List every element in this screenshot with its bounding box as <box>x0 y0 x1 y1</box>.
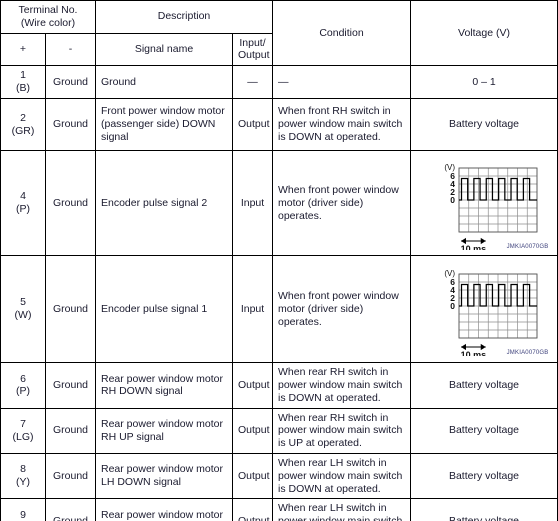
terminal-wire-color: (GR) <box>11 124 35 137</box>
cell-input-output: Output <box>232 452 273 500</box>
terminal-number: 5 <box>20 296 26 309</box>
cell-input-output: Output <box>232 98 273 152</box>
header-voltage: Voltage (V) <box>410 0 558 67</box>
oscilloscope-waveform: 6 4 2 0 (V) 10 ms JMKIA0070GB <box>419 158 550 250</box>
svg-text:0: 0 <box>450 301 455 311</box>
table-body: 1 (B) Ground Ground — —0 – 1 2 (GR) Ground Front … <box>0 65 558 521</box>
table-row: 1 (B) Ground Ground — —0 – 1 <box>0 65 558 100</box>
oscilloscope-waveform: 6 4 2 0 (V) 10 ms JMKIA0070GB <box>419 264 550 356</box>
header-plus: + <box>0 32 46 67</box>
header-condition: Condition <box>272 0 411 67</box>
cell-voltage: Battery voltage <box>410 498 558 521</box>
terminal-wire-color: (P) <box>16 203 30 216</box>
header-terminal-line1: Terminal No. <box>18 4 78 16</box>
cell-voltage: Battery voltage <box>410 407 558 454</box>
cell-input-output: Output <box>232 407 273 454</box>
header-terminal-no: Terminal No. (Wire color) <box>0 0 96 34</box>
terminal-number: 4 <box>20 190 26 203</box>
figure-id-label: JMKIA0070GB <box>506 243 549 250</box>
cell-condition: When rear LH switch in power window main… <box>272 452 411 500</box>
svg-text:10 ms: 10 ms <box>460 350 486 356</box>
terminal-number: 1 <box>20 69 26 82</box>
cell-terminal-no: 2 (GR) <box>0 98 46 152</box>
cell-terminal-minus: Ground <box>45 98 96 152</box>
cell-terminal-no: 4 (P) <box>0 150 46 257</box>
cell-signal-name: Rear power window motor LH DOWN signal <box>95 452 233 500</box>
table-header: Terminal No. (Wire color) Description Co… <box>0 0 558 67</box>
cell-terminal-no: 5 (W) <box>0 255 46 364</box>
table-row: 7 (LG) Ground Rear power window motor RH UP… <box>0 407 558 454</box>
terminal-number: 7 <box>20 417 26 430</box>
header-signal-name: Signal name <box>95 32 233 67</box>
table-row: 9(G)GroundRear power window motor LH UP … <box>0 498 558 521</box>
cell-signal-name: Encoder pulse signal 1 <box>95 255 233 364</box>
cell-signal-name: Rear power window motor LH UP signal <box>95 498 233 521</box>
terminal-wire-color: (LG) <box>12 430 34 443</box>
cell-terminal-minus: Ground <box>45 498 96 521</box>
cell-voltage: Battery voltage <box>410 98 558 152</box>
cell-terminal-minus: Ground <box>45 407 96 454</box>
table-row: 5 (W) Ground Encoder pulse signal 1 Input Whe… <box>0 255 558 364</box>
cell-input-output: Output <box>232 362 273 409</box>
cell-voltage: Battery voltage <box>410 452 558 500</box>
cell-signal-name: Front power window motor (passenger side… <box>95 98 233 152</box>
terminal-number: 6 <box>20 372 26 385</box>
cell-condition: When front power window motor (driver si… <box>272 150 411 257</box>
cell-signal-name: Encoder pulse signal 2 <box>95 150 233 257</box>
header-input-output: Input/ Output <box>232 32 273 67</box>
header-terminal-line2: (Wire color) <box>20 16 76 29</box>
cell-terminal-minus: Ground <box>45 150 96 257</box>
header-io-line2: Output <box>238 49 270 62</box>
terminal-number: 2 <box>20 111 26 124</box>
svg-text:(V): (V) <box>444 163 455 172</box>
terminal-wire-color: (P) <box>16 385 30 398</box>
terminal-wire-color: (B) <box>16 82 30 95</box>
table-row: 2 (GR) Ground Front power window motor (pas… <box>0 98 558 152</box>
cell-terminal-minus: Ground <box>45 452 96 500</box>
terminal-spec-table: Terminal No. (Wire color) Description Co… <box>0 0 558 521</box>
cell-terminal-no: 1 (B) <box>0 65 46 100</box>
cell-terminal-no: 9(G) <box>0 498 46 521</box>
cell-signal-name: Rear power window motor RH DOWN signal <box>95 362 233 409</box>
table-row: 6 (P) Ground Rear power window motor RH DOW… <box>0 362 558 409</box>
cell-voltage: 0 – 1 <box>410 65 558 100</box>
cell-terminal-minus: Ground <box>45 65 96 100</box>
terminal-wire-color: (W) <box>14 309 32 322</box>
cell-input-output: Output <box>232 498 273 521</box>
terminal-number: 9 <box>20 508 26 521</box>
cell-condition: When front power window motor (driver si… <box>272 255 411 364</box>
cell-condition: When rear LH switch in power window main… <box>272 498 411 521</box>
cell-signal-name: Ground <box>95 65 233 100</box>
cell-input-output: Input <box>232 255 273 364</box>
cell-terminal-minus: Ground <box>45 255 96 364</box>
figure-id-label: JMKIA0070GB <box>506 349 549 356</box>
header-description: Description <box>95 0 273 34</box>
cell-terminal-no: 7 (LG) <box>0 407 46 454</box>
table-row: 8 (Y) Ground Rear power window motor LH DOW… <box>0 452 558 500</box>
header-row-top: Terminal No. (Wire color) Description Co… <box>0 0 558 67</box>
cell-terminal-no: 8 (Y) <box>0 452 46 500</box>
cell-condition: When front RH switch in power window mai… <box>272 98 411 152</box>
svg-text:(V): (V) <box>444 269 455 278</box>
cell-voltage: Battery voltage <box>410 362 558 409</box>
terminal-number: 8 <box>20 463 26 476</box>
cell-condition: — <box>272 65 411 100</box>
svg-text:10 ms: 10 ms <box>460 244 486 250</box>
header-minus: - <box>45 32 96 67</box>
spec-table-page: Terminal No. (Wire color) Description Co… <box>0 0 558 521</box>
cell-signal-name: Rear power window motor RH UP signal <box>95 407 233 454</box>
cell-voltage-waveform: 6 4 2 0 (V) 10 ms JMKIA0070GB <box>410 150 558 257</box>
cell-voltage-waveform: 6 4 2 0 (V) 10 ms JMKIA0070GB <box>410 255 558 364</box>
cell-input-output: Input <box>232 150 273 257</box>
header-io-line1: Input/ <box>239 36 266 49</box>
svg-text:0: 0 <box>450 195 455 205</box>
terminal-wire-color: (Y) <box>16 476 30 489</box>
cell-condition: When rear RH switch in power window main… <box>272 407 411 454</box>
cell-condition: When rear RH switch in power window main… <box>272 362 411 409</box>
cell-input-output: — <box>232 65 273 100</box>
cell-terminal-minus: Ground <box>45 362 96 409</box>
cell-terminal-no: 6 (P) <box>0 362 46 409</box>
table-row: 4 (P) Ground Encoder pulse signal 2 Input Whe… <box>0 150 558 257</box>
